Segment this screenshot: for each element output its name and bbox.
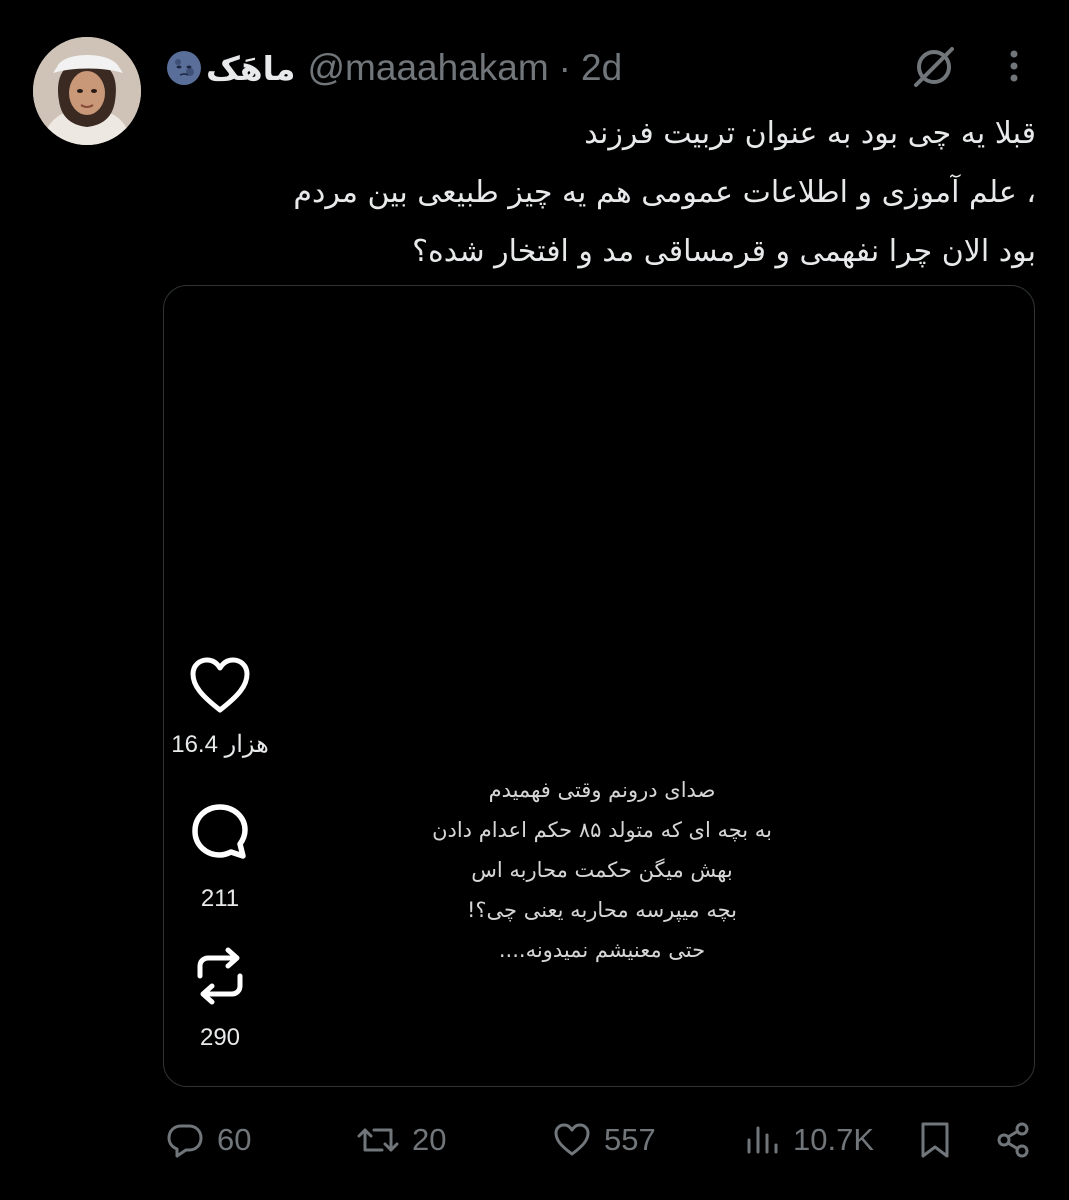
display-name[interactable]: ماهَک: [206, 49, 296, 88]
reply-button[interactable]: 60: [165, 1110, 251, 1170]
reply-icon: [167, 1124, 203, 1158]
media-repost-count: 290: [199, 1024, 241, 1051]
like-count: 557: [604, 1122, 656, 1157]
views-count: 10.7K: [793, 1122, 875, 1157]
repost-icon[interactable]: [192, 946, 248, 1006]
tweet-media[interactable]: صدای درونم وقتی فهمیدم به بچه ای که متول…: [163, 285, 1035, 1087]
views-chart-icon: [747, 1126, 778, 1154]
tweet-text: قبلا یه چی بود به عنوان تربیت فرزند ، عل…: [170, 104, 1036, 281]
grok-icon[interactable]: [910, 43, 958, 91]
user-handle[interactable]: @maaahakam: [308, 47, 549, 89]
tweet-text-line: بود الان چرا نفهمی و قرمساقی مد و افتخار…: [412, 234, 1036, 269]
tweet-text-line: قبلا یه چی بود به عنوان تربیت فرزند: [584, 116, 1036, 151]
media-repost-action[interactable]: 290: [170, 946, 270, 1052]
media-comment-count: 211: [200, 885, 240, 912]
more-options-icon[interactable]: [1000, 46, 1028, 86]
reply-count: 60: [217, 1122, 252, 1157]
like-button[interactable]: 557: [552, 1110, 656, 1170]
avatar[interactable]: [33, 37, 141, 145]
repost-button[interactable]: 20: [356, 1110, 446, 1170]
new-moon-face-icon: [167, 51, 201, 85]
share-icon[interactable]: [993, 1120, 1033, 1160]
heart-icon[interactable]: [188, 656, 252, 716]
quote-line: بچه میپرسه محاربه یعنی چی؟!: [466, 898, 738, 922]
separator-dot: ·: [558, 47, 571, 88]
timestamp[interactable]: 2d: [581, 47, 622, 89]
media-comment-action[interactable]: 211: [170, 801, 270, 913]
tweet-text-line: ، علم آموزی و اطلاعات عمومی هم یه چیز طب…: [293, 175, 1036, 210]
quote-line: بهش میگن حکمت محاربه اس: [471, 858, 733, 882]
heart-icon: [554, 1123, 590, 1156]
quote-line: صدای درونم وقتی فهمیدم: [488, 778, 716, 802]
views-button[interactable]: 10.7K: [745, 1110, 874, 1170]
media-like-count: 16.4 هزار: [171, 731, 269, 758]
tweet-actions: 60 20 557 10.7K: [0, 1110, 1069, 1170]
quote-line: به بچه ای که متولد ۸۵ حکم اعدام دادن: [432, 818, 772, 842]
quote-line: حتی معنیشم نمیدونه....: [498, 938, 706, 962]
repost-count: 20: [412, 1122, 447, 1157]
comment-bubble-icon[interactable]: [189, 801, 251, 863]
media-quote-text: صدای درونم وقتی فهمیدم به بچه ای که متول…: [362, 770, 842, 970]
tweet-header: ماهَک @maaahakam · 2d: [166, 40, 622, 96]
media-like-action[interactable]: 16.4 هزار: [170, 656, 270, 759]
avatar-image: [33, 37, 141, 145]
bookmark-icon[interactable]: [918, 1120, 952, 1160]
repost-icon: [357, 1128, 399, 1152]
